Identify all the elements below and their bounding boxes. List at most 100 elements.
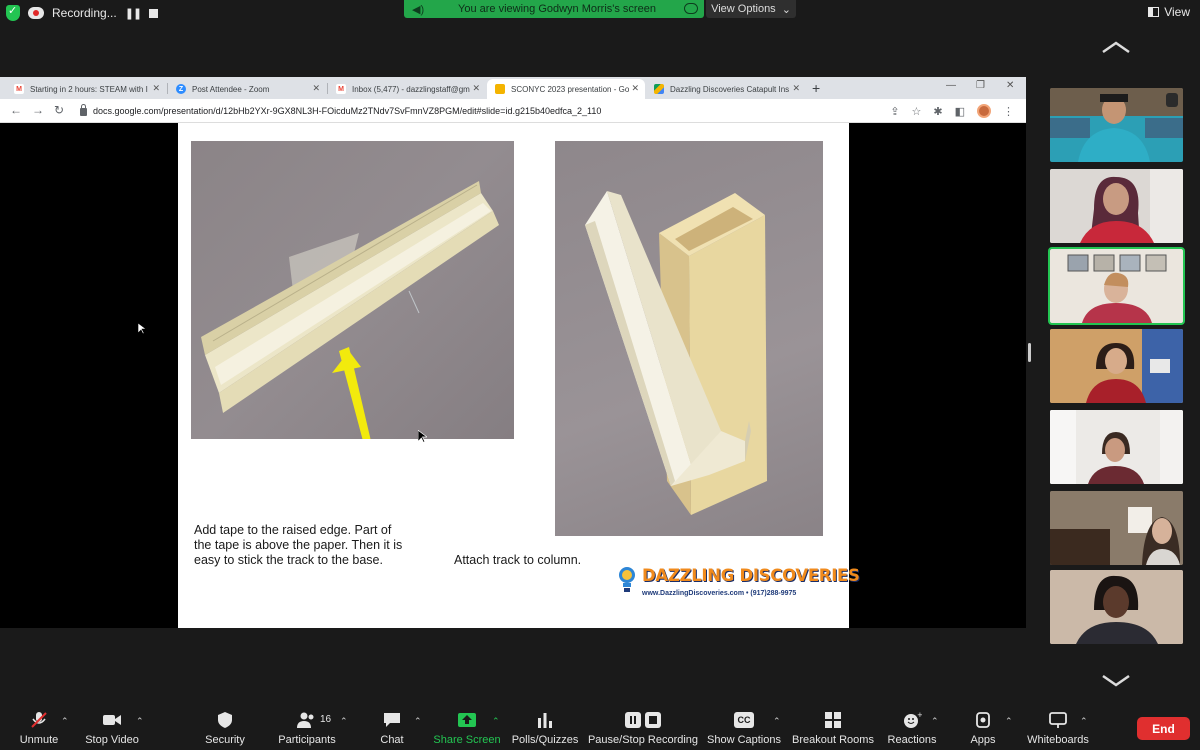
share-screen-button[interactable]: Share Screen: [433, 706, 501, 750]
minimize-icon[interactable]: —: [946, 80, 956, 91]
view-options-button[interactable]: View Options ⌄: [706, 0, 796, 18]
participant-video-tile[interactable]: [1050, 410, 1183, 484]
gallery-scroll-down-icon[interactable]: [1101, 674, 1131, 688]
stop-video-button[interactable]: Stop Video: [82, 706, 142, 750]
audio-options-chevron-icon[interactable]: ⌃: [61, 716, 69, 727]
back-icon[interactable]: ←: [10, 103, 22, 117]
pause-recording-icon[interactable]: ❚❚: [125, 7, 142, 20]
apps-icon: [976, 712, 990, 728]
microphone-muted-icon: [31, 712, 47, 728]
viewing-screen-label: You are viewing Godwyn Morris's screen: [458, 3, 656, 15]
menu-icon[interactable]: ⋮: [1003, 105, 1014, 118]
whiteboards-label: Whiteboards: [1027, 734, 1089, 746]
apps-button[interactable]: Apps: [963, 706, 1003, 750]
share-icon[interactable]: ⇪: [890, 105, 899, 118]
chat-button[interactable]: Chat: [372, 706, 412, 750]
participant-video-tile[interactable]: [1050, 88, 1183, 162]
pause-stop-recording-button[interactable]: Pause/Stop Recording: [587, 706, 699, 750]
close-tab-icon[interactable]: ✕: [792, 83, 800, 94]
profile-avatar[interactable]: [977, 104, 991, 118]
browser-tab-strip: M Starting in 2 hours: STEAM with I ✕ Z …: [0, 77, 1026, 99]
browser-tab-active[interactable]: SCONYC 2023 presentation - Go ✕: [487, 79, 645, 99]
pause-stop-label: Pause/Stop Recording: [587, 734, 699, 746]
security-label: Security: [205, 734, 245, 746]
participants-options-chevron-icon[interactable]: ⌃: [340, 716, 348, 727]
chat-label: Chat: [380, 734, 404, 746]
chevron-down-icon: ⌄: [781, 3, 791, 16]
zoom-icon: Z: [176, 84, 186, 94]
show-captions-button[interactable]: CC Show Captions: [707, 706, 781, 750]
video-options-chevron-icon[interactable]: ⌃: [136, 716, 144, 727]
reactions-button[interactable]: + Reactions: [886, 706, 938, 750]
viewing-screen-banner: ◀) You are viewing Godwyn Morris's scree…: [404, 0, 704, 18]
lightbulb-icon: [619, 567, 635, 592]
zoom-meeting-window: Recording... ❚❚ ◀) You are viewing Godwy…: [0, 0, 1200, 750]
share-options-chevron-icon[interactable]: ⌃: [492, 716, 500, 727]
side-panel-icon[interactable]: ◧: [955, 105, 965, 118]
show-captions-label: Show Captions: [707, 734, 781, 746]
end-meeting-button[interactable]: End: [1137, 717, 1190, 740]
view-label: View: [1164, 5, 1190, 19]
close-tab-icon[interactable]: ✕: [472, 83, 480, 94]
participant-video-tile[interactable]: [1050, 329, 1183, 403]
url-text: docs.google.com/presentation/d/12bHb2YXr…: [93, 106, 602, 116]
polls-button[interactable]: Polls/Quizzes: [512, 706, 578, 750]
gallery-scroll-up-icon[interactable]: [1101, 40, 1131, 54]
restore-icon[interactable]: ❐: [976, 80, 985, 91]
stop-recording-icon[interactable]: [149, 8, 159, 18]
close-tab-icon[interactable]: ✕: [312, 83, 320, 94]
captions-options-chevron-icon[interactable]: ⌃: [773, 716, 781, 727]
breakout-rooms-button[interactable]: Breakout Rooms: [792, 706, 874, 750]
close-tab-icon[interactable]: ✕: [631, 83, 639, 94]
participant-video-tile[interactable]: [1050, 570, 1183, 644]
whiteboards-options-chevron-icon[interactable]: ⌃: [1080, 716, 1088, 727]
security-button[interactable]: Security: [198, 706, 252, 750]
participants-count: 16: [320, 714, 332, 725]
whiteboards-button[interactable]: Whiteboards: [1026, 706, 1090, 750]
browser-tab[interactable]: Dazzling Discoveries Catapult Ins ✕: [646, 79, 806, 99]
view-button[interactable]: View: [1148, 5, 1190, 19]
dazzling-discoveries-logo: DAZZLING DISCOVERIES www.DazzlingDiscove…: [618, 563, 860, 607]
close-window-icon[interactable]: ✕: [1006, 80, 1014, 91]
recording-status: Recording... ❚❚: [6, 4, 159, 21]
url-field[interactable]: docs.google.com/presentation/d/12bHb2YXr…: [80, 102, 880, 120]
browser-tab[interactable]: M Inbox (5,477) - dazzlingstaff@gm ✕: [328, 79, 486, 99]
whiteboard-icon: [1049, 712, 1067, 728]
meeting-toolbar: Unmute ⌃ Stop Video ⌃ Security 16 Partic…: [0, 706, 1200, 750]
resize-handle[interactable]: [1028, 343, 1031, 362]
unmute-button[interactable]: Unmute: [14, 706, 64, 750]
tab-label: Dazzling Discoveries Catapult Ins: [670, 84, 790, 94]
new-tab-icon[interactable]: +: [812, 80, 820, 96]
track-photo: [191, 141, 514, 439]
chat-bubble-icon: [384, 713, 400, 727]
encryption-shield-icon[interactable]: [6, 4, 20, 21]
apps-options-chevron-icon[interactable]: ⌃: [1005, 716, 1013, 727]
browser-tab[interactable]: Z Post Attendee - Zoom ✕: [168, 79, 326, 99]
caption-attach-track: Attach track to column.: [454, 553, 582, 567]
chat-options-chevron-icon[interactable]: ⌃: [414, 716, 422, 727]
mouse-cursor-icon: [418, 430, 427, 444]
drive-icon: [654, 84, 664, 94]
tab-label: Inbox (5,477) - dazzlingstaff@gm: [352, 84, 470, 94]
forward-icon[interactable]: →: [32, 103, 44, 117]
tab-label: SCONYC 2023 presentation - Go: [511, 84, 630, 94]
breakout-rooms-icon: [825, 712, 841, 728]
browser-tab[interactable]: M Starting in 2 hours: STEAM with I ✕: [6, 79, 166, 99]
video-camera-icon: [103, 715, 121, 725]
slide: Add tape to the raised edge. Part of the…: [178, 123, 860, 628]
security-shield-icon: [218, 712, 232, 728]
tab-label: Post Attendee - Zoom: [192, 84, 270, 94]
participant-video-tile[interactable]: [1050, 169, 1183, 243]
polls-label: Polls/Quizzes: [511, 734, 579, 746]
mouse-cursor-icon: [138, 323, 146, 335]
presentation-viewport: Add tape to the raised edge. Part of the…: [0, 123, 1026, 628]
close-tab-icon[interactable]: ✕: [152, 83, 160, 94]
extensions-icon[interactable]: ✱: [933, 105, 942, 118]
participants-button[interactable]: 16 Participants: [276, 706, 338, 750]
participant-video-tile-speaking[interactable]: [1048, 247, 1185, 325]
address-bar: ← → ↻ docs.google.com/presentation/d/12b…: [0, 99, 1026, 123]
bookmark-star-icon[interactable]: ☆: [912, 105, 922, 118]
participant-video-tile[interactable]: [1050, 491, 1183, 565]
reload-icon[interactable]: ↻: [54, 103, 64, 117]
reactions-options-chevron-icon[interactable]: ⌃: [931, 716, 939, 727]
